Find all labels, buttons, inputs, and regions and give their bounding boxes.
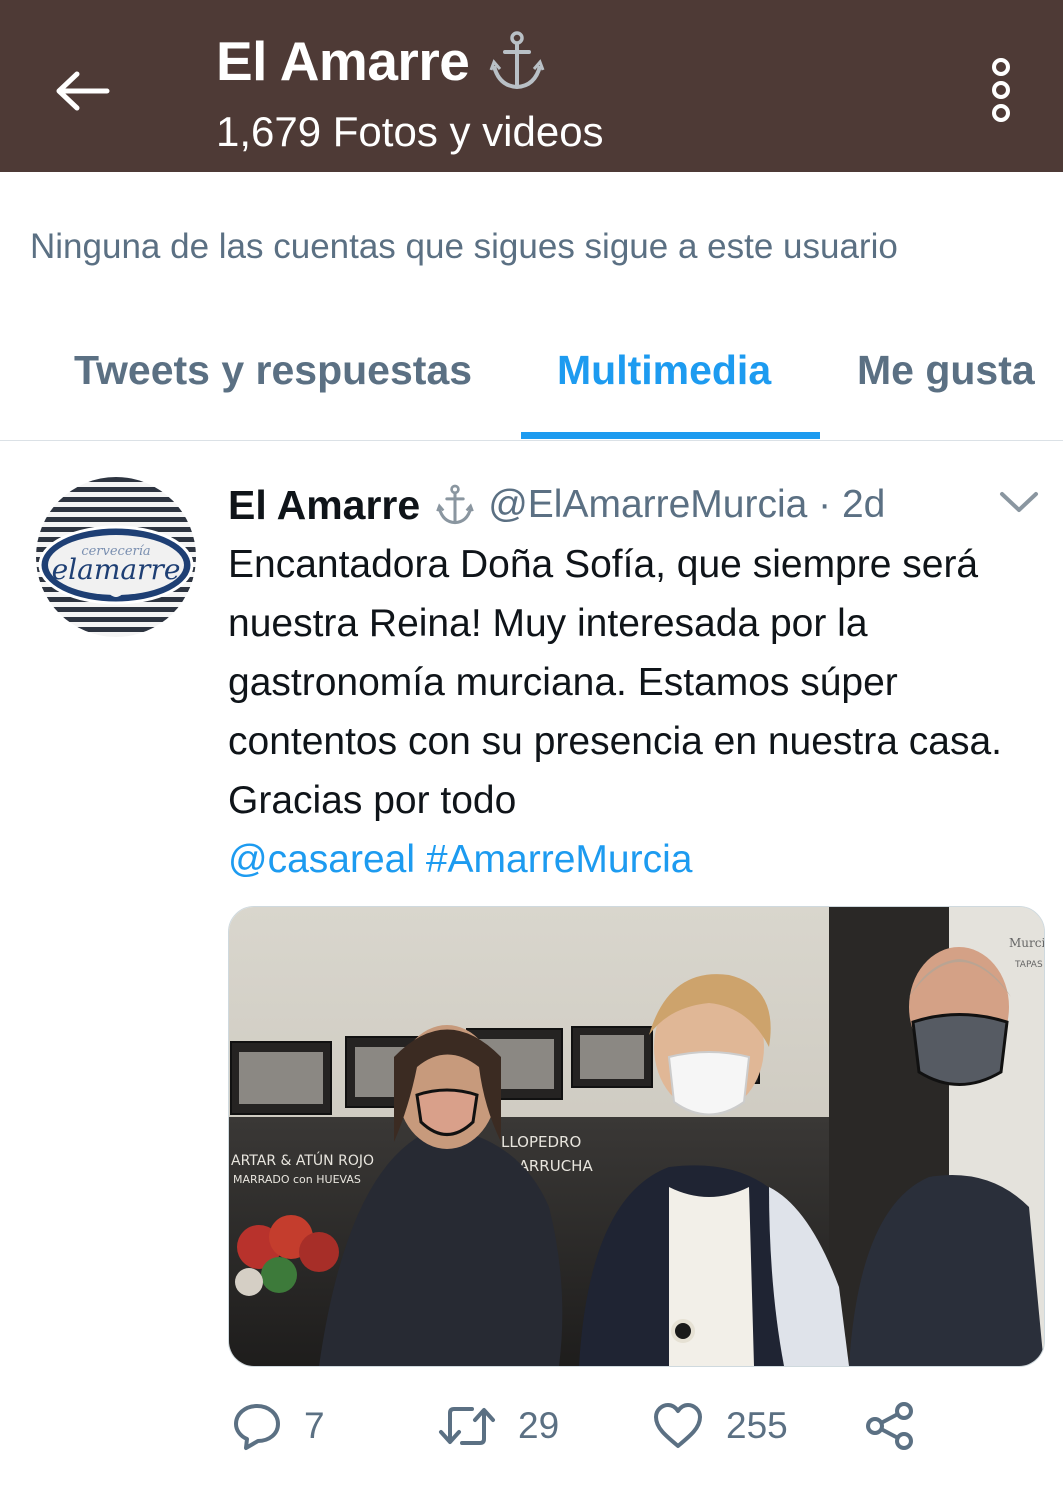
- tweet-display-name[interactable]: El Amarre: [228, 482, 420, 529]
- share-button[interactable]: [864, 1396, 938, 1456]
- menu-sign-text-1: Murcia: [1009, 936, 1044, 950]
- reply-count: 7: [304, 1405, 325, 1446]
- chalkboard-text-left-1: ARTAR & ATÚN ROJO: [231, 1151, 374, 1169]
- tab-media[interactable]: Multimedia: [557, 342, 771, 398]
- heart-icon: [652, 1402, 704, 1450]
- anchor-icon: [436, 482, 474, 528]
- chevron-down-icon: [1000, 492, 1038, 512]
- avatar-text-logo: elamarre: [52, 553, 181, 586]
- avatar[interactable]: cervecería elamarre: [36, 477, 196, 637]
- share-icon: [864, 1401, 916, 1451]
- tweet-menu-button[interactable]: [998, 485, 1040, 519]
- retweet-button[interactable]: 29: [438, 1396, 559, 1456]
- tweet-text: Encantadora Doña Sofía, que siempre será…: [228, 535, 1028, 889]
- tweet-body: Encantadora Doña Sofía, que siempre será…: [228, 543, 1002, 822]
- active-tab-indicator: [521, 432, 820, 439]
- tab-likes[interactable]: Me gusta: [857, 342, 1035, 398]
- retweet-count: 29: [518, 1405, 560, 1446]
- reply-icon: [232, 1401, 282, 1451]
- more-options-button[interactable]: [975, 52, 1027, 128]
- back-button[interactable]: [50, 58, 116, 124]
- retweet-icon: [438, 1403, 496, 1449]
- chalkboard-text-center-1: LLOPEDRO: [501, 1133, 581, 1151]
- hashtag-link[interactable]: #AmarreMurcia: [426, 838, 693, 881]
- menu-sign-text-2: TAPAS: [1014, 960, 1043, 970]
- anchor-icon: [489, 30, 545, 92]
- tweet-actions: 7 29 255: [228, 1396, 1043, 1456]
- tweet-photo[interactable]: ARTAR & ATÚN ROJO MARRADO con HUEVAS LLO…: [228, 906, 1045, 1367]
- back-arrow-icon: [56, 71, 110, 111]
- chalkboard-text-left-2: MARRADO con HUEVAS: [233, 1173, 361, 1186]
- top-app-bar: El Amarre 1,679 Fotos y videos: [0, 0, 1063, 172]
- tweet-header: El Amarre @ElAmarreMurcia · 2d: [228, 477, 885, 533]
- profile-title: El Amarre: [216, 30, 470, 92]
- mention-link[interactable]: @casareal: [228, 838, 415, 881]
- profile-tabs: Tweets y respuestas Multimedia Me gusta: [0, 318, 1063, 441]
- like-button[interactable]: 255: [652, 1396, 788, 1456]
- followers-you-know-note: Ninguna de las cuentas que sigues sigue …: [30, 227, 898, 266]
- like-count: 255: [726, 1405, 788, 1446]
- profile-title-row: El Amarre: [216, 26, 545, 96]
- media-count: 1,679 Fotos y videos: [216, 108, 604, 155]
- tweet-handle-time[interactable]: @ElAmarreMurcia · 2d: [488, 483, 885, 527]
- reply-button[interactable]: 7: [232, 1396, 325, 1456]
- tweet[interactable]: cervecería elamarre El Amarre @ElAmarreM…: [0, 441, 1063, 1485]
- more-vertical-icon: [992, 58, 1010, 122]
- tab-tweets-replies[interactable]: Tweets y respuestas: [74, 342, 472, 398]
